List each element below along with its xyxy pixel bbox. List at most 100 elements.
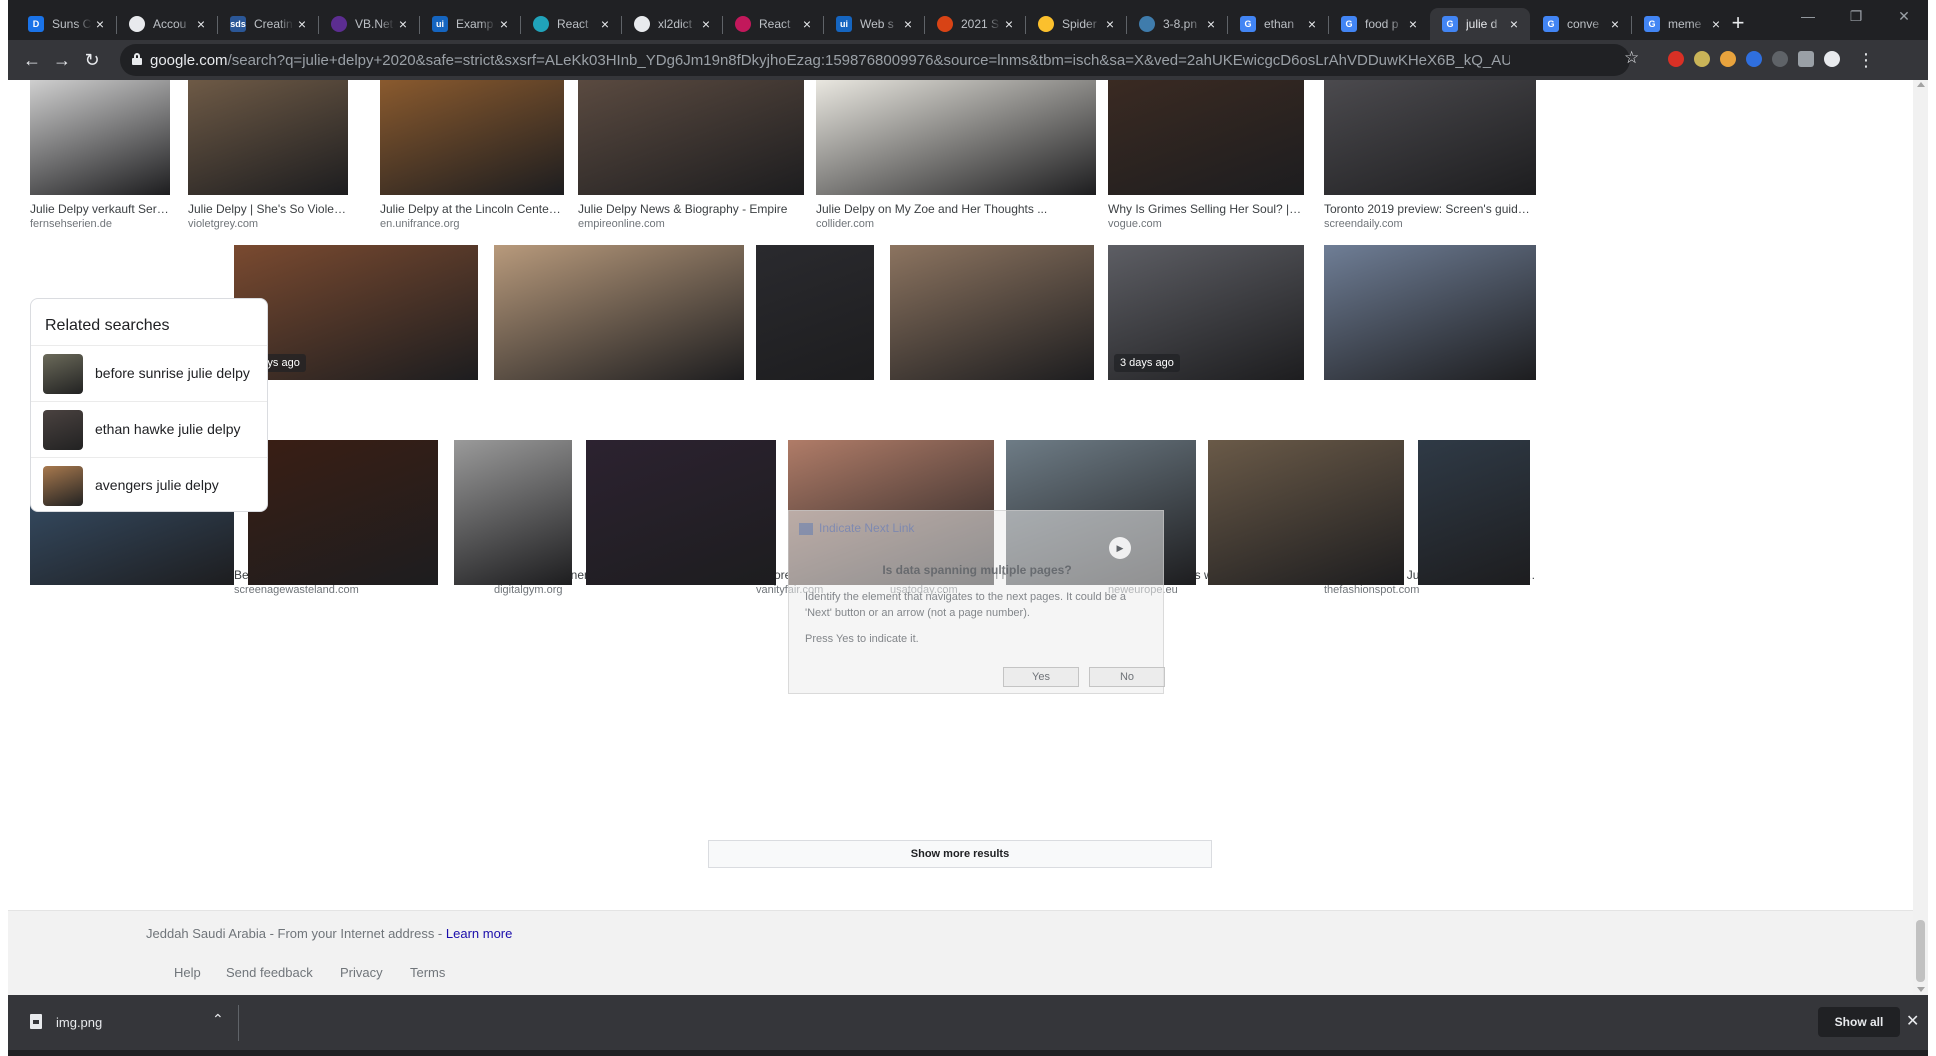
restore-button[interactable]: ❐ bbox=[1844, 8, 1868, 28]
image-result[interactable]: Julie Delpy at the Lincoln Center, New..… bbox=[380, 80, 564, 234]
tab-close-icon[interactable]: × bbox=[193, 16, 209, 32]
result-thumbnail[interactable] bbox=[188, 80, 348, 195]
tab-close-icon[interactable]: × bbox=[1506, 16, 1522, 32]
address-bar[interactable]: google.com/search?q=julie+delpy+2020&saf… bbox=[120, 44, 1630, 76]
result-thumbnail[interactable] bbox=[494, 245, 744, 380]
url-text[interactable]: google.com/search?q=julie+delpy+2020&saf… bbox=[150, 52, 1510, 69]
close-download-bar-icon[interactable]: ✕ bbox=[1906, 1011, 1919, 1031]
tab-2[interactable]: sds Creatin × bbox=[218, 8, 318, 40]
new-tab-button[interactable]: + bbox=[1726, 12, 1750, 36]
result-thumbnail[interactable] bbox=[1418, 440, 1530, 585]
show-all-downloads-button[interactable]: Show all bbox=[1818, 1007, 1900, 1037]
footer-help-link[interactable]: Help bbox=[174, 965, 201, 980]
extension-gray-icon[interactable] bbox=[1772, 51, 1788, 67]
result-title[interactable]: Julie Delpy verkauft Serie „O... bbox=[30, 202, 170, 216]
tab-close-icon[interactable]: × bbox=[1102, 16, 1118, 32]
extensions-puzzle-icon[interactable] bbox=[1798, 51, 1814, 67]
image-result[interactable]: Before Sunrise Movie ...vanityfair.com bbox=[1418, 440, 1530, 991]
extension-blue-icon[interactable] bbox=[1746, 51, 1762, 67]
back-button[interactable]: ← bbox=[20, 48, 44, 72]
tab-14[interactable]: Gjulie d × bbox=[1430, 8, 1530, 40]
image-result[interactable]: 2 Days in Paris: After Sunrise - LA Week… bbox=[1208, 440, 1404, 991]
related-search-item[interactable]: before sunrise julie delpy bbox=[31, 345, 267, 401]
tab-close-icon[interactable]: × bbox=[1203, 16, 1219, 32]
tab-close-icon[interactable]: × bbox=[1607, 16, 1623, 32]
image-result[interactable]: Julie Delpy News & Biography - Empire emp… bbox=[578, 80, 804, 234]
image-result[interactable]: Ethan Hawke & Julie Delpy on Jesse ...yo… bbox=[586, 440, 776, 991]
minimize-button[interactable]: — bbox=[1796, 8, 1820, 28]
page-scrollbar[interactable] bbox=[1913, 80, 1928, 995]
tab-1[interactable]: Accou × bbox=[117, 8, 217, 40]
scroll-down-arrow-icon[interactable] bbox=[1917, 987, 1925, 992]
image-result[interactable]: New Again: Before Sun...interviewmagazin… bbox=[454, 440, 572, 991]
tab-5[interactable]: React × bbox=[521, 8, 621, 40]
tab-4[interactable]: ui Examp × bbox=[420, 8, 520, 40]
result-thumbnail[interactable] bbox=[1108, 80, 1304, 195]
tab-close-icon[interactable]: × bbox=[698, 16, 714, 32]
download-file-name[interactable]: img.png bbox=[56, 1015, 102, 1030]
result-title[interactable]: Julie Delpy at the Lincoln Center, New..… bbox=[380, 202, 564, 216]
tab-close-icon[interactable]: × bbox=[92, 16, 108, 32]
result-thumbnail[interactable] bbox=[756, 245, 874, 380]
tab-close-icon[interactable]: × bbox=[1304, 16, 1320, 32]
tab-close-icon[interactable]: × bbox=[900, 16, 916, 32]
footer-terms-link[interactable]: Terms bbox=[410, 965, 445, 980]
result-title[interactable]: Why Is Grimes Selling Her Soul? | Vogue bbox=[1108, 202, 1304, 216]
extension-red-icon[interactable] bbox=[1668, 51, 1684, 67]
tab-close-icon[interactable]: × bbox=[1405, 16, 1421, 32]
tab-15[interactable]: Gconve × bbox=[1531, 8, 1631, 40]
tab-12[interactable]: Gethan × bbox=[1228, 8, 1328, 40]
tab-close-icon[interactable]: × bbox=[1001, 16, 1017, 32]
tab-10[interactable]: Spider × bbox=[1026, 8, 1126, 40]
tab-0[interactable]: D Suns C × bbox=[16, 8, 116, 40]
result-thumbnail[interactable] bbox=[380, 80, 564, 195]
tab-11[interactable]: 3-8.pn × bbox=[1127, 8, 1227, 40]
dialog-yes-button[interactable]: Yes bbox=[1003, 667, 1079, 687]
result-title[interactable]: Julie Delpy on My Zoe and Her Thoughts .… bbox=[816, 202, 1096, 216]
extension-cookie-icon[interactable] bbox=[1720, 51, 1736, 67]
profile-avatar[interactable] bbox=[1824, 51, 1840, 67]
related-search-item[interactable]: avengers julie delpy bbox=[31, 457, 267, 513]
browser-menu-icon[interactable]: ⋮ bbox=[1854, 48, 1878, 72]
show-more-results-button[interactable]: Show more results bbox=[708, 840, 1212, 868]
result-thumbnail[interactable] bbox=[816, 80, 1096, 195]
image-result[interactable]: Why Is Grimes Selling Her Soul? | Vogue v… bbox=[1108, 80, 1304, 234]
result-title[interactable]: Julie Delpy News & Biography - Empire bbox=[578, 202, 804, 216]
tab-8[interactable]: ui Web s × bbox=[824, 8, 924, 40]
tab-3[interactable]: VB.Net × bbox=[319, 8, 419, 40]
scroll-up-arrow-icon[interactable] bbox=[1917, 82, 1925, 87]
forward-button[interactable]: → bbox=[50, 48, 74, 72]
result-thumbnail[interactable] bbox=[1324, 80, 1536, 195]
footer-privacy-link[interactable]: Privacy bbox=[340, 965, 383, 980]
result-thumbnail[interactable] bbox=[578, 80, 804, 195]
scrollbar-thumb[interactable] bbox=[1916, 920, 1925, 982]
tab-close-icon[interactable]: × bbox=[395, 16, 411, 32]
related-search-item[interactable]: ethan hawke julie delpy bbox=[31, 401, 267, 457]
result-title[interactable]: Toronto 2019 preview: Screen's guide to … bbox=[1324, 202, 1536, 216]
result-thumbnail[interactable] bbox=[890, 245, 1094, 380]
result-thumbnail[interactable] bbox=[454, 440, 572, 585]
tab-7[interactable]: React × bbox=[723, 8, 823, 40]
result-title[interactable]: Julie Delpy | She's So Violet | The ... bbox=[188, 202, 348, 216]
result-thumbnail[interactable] bbox=[1208, 440, 1404, 585]
dialog-no-button[interactable]: No bbox=[1089, 667, 1165, 687]
chevron-up-icon[interactable]: ⌃ bbox=[212, 1011, 224, 1028]
tab-13[interactable]: Gfood p × bbox=[1329, 8, 1429, 40]
tab-16[interactable]: Gmeme × bbox=[1632, 8, 1732, 40]
result-thumbnail[interactable] bbox=[586, 440, 776, 585]
result-thumbnail[interactable]: 3 days ago bbox=[1108, 245, 1304, 380]
tab-close-icon[interactable]: × bbox=[496, 16, 512, 32]
image-result[interactable]: Julie Delpy on My Zoe and Her Thoughts .… bbox=[816, 80, 1096, 234]
image-result[interactable]: Ethan Hawke and Julie Delpy ...collider.… bbox=[30, 440, 234, 991]
tab-6[interactable]: xl2dict × bbox=[622, 8, 722, 40]
footer-send-feedback-link[interactable]: Send feedback bbox=[226, 965, 313, 980]
result-thumbnail[interactable] bbox=[1324, 245, 1536, 380]
result-thumbnail[interactable] bbox=[30, 80, 170, 195]
tab-close-icon[interactable]: × bbox=[597, 16, 613, 32]
result-thumbnail[interactable]: 4 days ago bbox=[234, 245, 478, 380]
learn-more-link[interactable]: Learn more bbox=[446, 926, 512, 941]
tab-close-icon[interactable]: × bbox=[1708, 16, 1724, 32]
reload-button[interactable]: ↻ bbox=[80, 48, 104, 72]
image-result[interactable]: Julie Delpy verkauft Serie „O... fernsehs… bbox=[30, 80, 170, 234]
tab-9[interactable]: 2021 S × bbox=[925, 8, 1025, 40]
